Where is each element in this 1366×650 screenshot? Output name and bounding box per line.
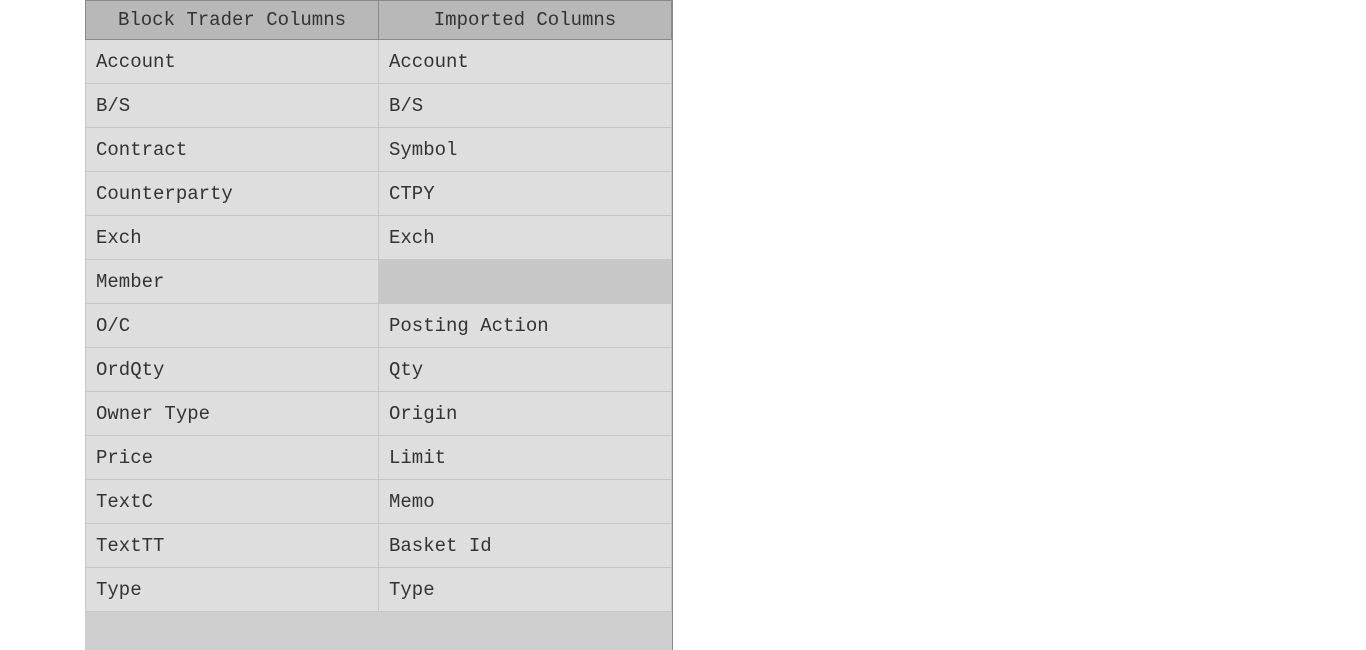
cell-imported[interactable]: Basket Id bbox=[379, 524, 672, 568]
cell-imported[interactable]: Exch bbox=[379, 216, 672, 260]
table-row[interactable]: Member bbox=[86, 260, 672, 304]
cell-block-trader[interactable]: Account bbox=[86, 40, 379, 84]
table-row[interactable]: O/CPosting Action bbox=[86, 304, 672, 348]
cell-block-trader[interactable]: OrdQty bbox=[86, 348, 379, 392]
cell-block-trader[interactable]: Member bbox=[86, 260, 379, 304]
cell-block-trader[interactable]: Exch bbox=[86, 216, 379, 260]
column-mapping-table-wrap: Block Trader Columns Imported Columns Ac… bbox=[85, 0, 673, 650]
cell-block-trader[interactable]: B/S bbox=[86, 84, 379, 128]
cell-imported[interactable]: Memo bbox=[379, 480, 672, 524]
table-row[interactable]: TextTTBasket Id bbox=[86, 524, 672, 568]
cell-imported[interactable]: B/S bbox=[379, 84, 672, 128]
cell-imported[interactable]: Type bbox=[379, 568, 672, 612]
cell-block-trader[interactable]: O/C bbox=[86, 304, 379, 348]
cell-imported[interactable]: Symbol bbox=[379, 128, 672, 172]
cell-block-trader[interactable]: Price bbox=[86, 436, 379, 480]
header-imported-columns[interactable]: Imported Columns bbox=[379, 1, 672, 40]
table-footer-cell bbox=[86, 612, 672, 650]
cell-block-trader[interactable]: Counterparty bbox=[86, 172, 379, 216]
table-header-row: Block Trader Columns Imported Columns bbox=[86, 1, 672, 40]
cell-imported[interactable]: Origin bbox=[379, 392, 672, 436]
cell-imported[interactable]: Posting Action bbox=[379, 304, 672, 348]
table-row[interactable]: Owner TypeOrigin bbox=[86, 392, 672, 436]
cell-block-trader[interactable]: Type bbox=[86, 568, 379, 612]
table-row[interactable]: AccountAccount bbox=[86, 40, 672, 84]
header-block-trader-columns[interactable]: Block Trader Columns bbox=[86, 1, 379, 40]
table-row[interactable]: B/SB/S bbox=[86, 84, 672, 128]
cell-block-trader[interactable]: Contract bbox=[86, 128, 379, 172]
table-row[interactable]: PriceLimit bbox=[86, 436, 672, 480]
cell-block-trader[interactable]: TextTT bbox=[86, 524, 379, 568]
table-row[interactable]: TypeType bbox=[86, 568, 672, 612]
cell-imported[interactable]: Qty bbox=[379, 348, 672, 392]
cell-imported[interactable] bbox=[379, 260, 672, 304]
cell-block-trader[interactable]: TextC bbox=[86, 480, 379, 524]
column-mapping-table: Block Trader Columns Imported Columns Ac… bbox=[85, 0, 672, 650]
cell-imported[interactable]: Limit bbox=[379, 436, 672, 480]
table-footer-row bbox=[86, 612, 672, 650]
cell-block-trader[interactable]: Owner Type bbox=[86, 392, 379, 436]
table-row[interactable]: ExchExch bbox=[86, 216, 672, 260]
table-row[interactable]: ContractSymbol bbox=[86, 128, 672, 172]
table-row[interactable]: CounterpartyCTPY bbox=[86, 172, 672, 216]
cell-imported[interactable]: Account bbox=[379, 40, 672, 84]
cell-imported[interactable]: CTPY bbox=[379, 172, 672, 216]
table-row[interactable]: OrdQtyQty bbox=[86, 348, 672, 392]
table-row[interactable]: TextCMemo bbox=[86, 480, 672, 524]
